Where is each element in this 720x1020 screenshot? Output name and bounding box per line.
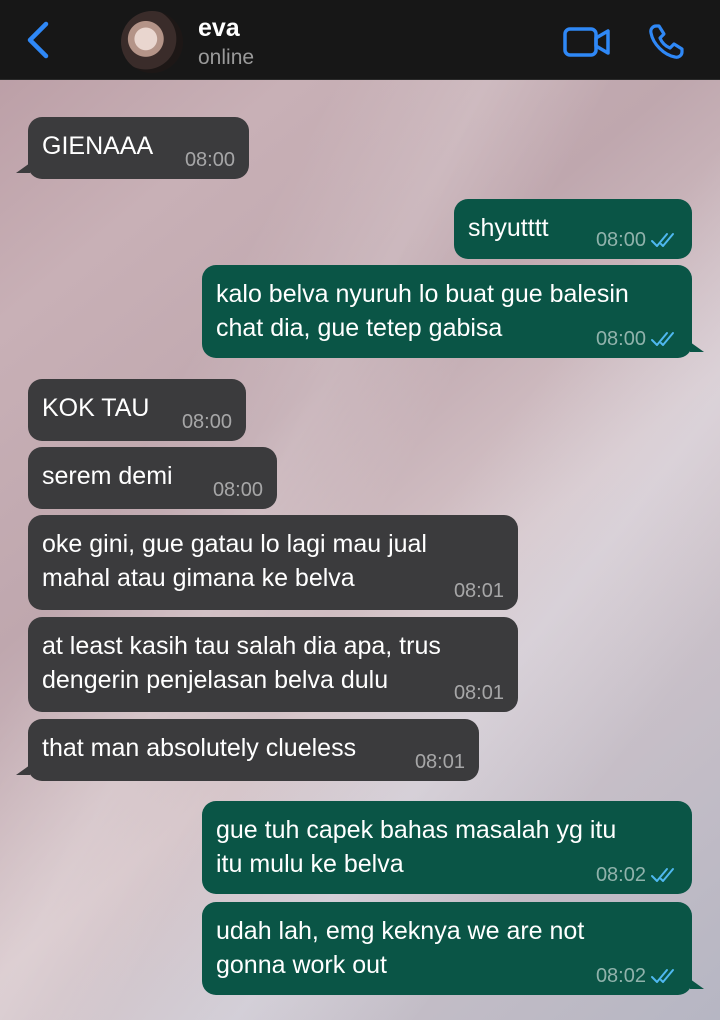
chevron-left-icon [27,21,49,59]
message-text: shyutttt [468,214,549,242]
incoming-message[interactable]: KOK TAU 08:00 [28,379,246,441]
outgoing-message[interactable]: gue tuh capek bahas masalah yg itu itu m… [202,801,692,894]
message-time: 08:01 [414,751,465,773]
message-time: 08:00 [212,479,263,501]
message-text: oke gini, gue gatau lo lagi mau jual mah… [42,530,427,592]
incoming-message[interactable]: GIENAAA 08:00 [16,117,249,179]
bubble-tail [16,765,30,775]
contact-name[interactable]: eva [198,14,240,43]
message-time: 08:00 [595,328,646,350]
incoming-message[interactable]: at least kasih tau salah dia apa, trus d… [28,617,518,712]
chat-screen: eva online GIENAAA 08:00 shyutttt 08:00 kalo… [0,0,720,1020]
bubble-tail [690,979,704,989]
outgoing-message[interactable]: kalo belva nyuruh lo buat gue balesin ch… [202,265,704,358]
message-time: 08:00 [595,229,646,251]
message-time: 08:01 [453,580,504,602]
video-camera-icon [563,27,610,57]
message-time: 08:01 [453,682,504,704]
bubble-tail [690,342,704,352]
chat-header: eva online [0,0,720,80]
read-receipt-icon [651,868,674,882]
read-receipt-icon [651,332,674,346]
phone-icon [649,24,684,59]
contact-avatar[interactable] [121,11,183,73]
message-time: 08:00 [181,411,232,433]
video-call-button[interactable] [562,24,612,60]
outgoing-message[interactable]: udah lah, emg keknya we are not gonna wo… [202,902,704,995]
message-time: 08:02 [595,864,646,886]
bubble-tail [16,163,30,173]
voice-call-button[interactable] [646,22,686,62]
incoming-message[interactable]: that man absolutely clueless 08:01 [16,719,479,781]
message-text: at least kasih tau salah dia apa, trus d… [42,632,441,694]
back-button[interactable] [22,20,56,60]
contact-status: online [198,46,255,69]
message-time: 08:02 [595,965,646,987]
message-time: 08:00 [184,149,235,171]
read-receipt-icon [651,233,674,247]
incoming-message[interactable]: serem demi 08:00 [28,447,277,509]
message-text: that man absolutely clueless [42,734,357,762]
read-receipt-icon [651,969,674,983]
outgoing-message[interactable]: shyutttt 08:00 [454,199,692,259]
incoming-message[interactable]: oke gini, gue gatau lo lagi mau jual mah… [28,515,518,610]
